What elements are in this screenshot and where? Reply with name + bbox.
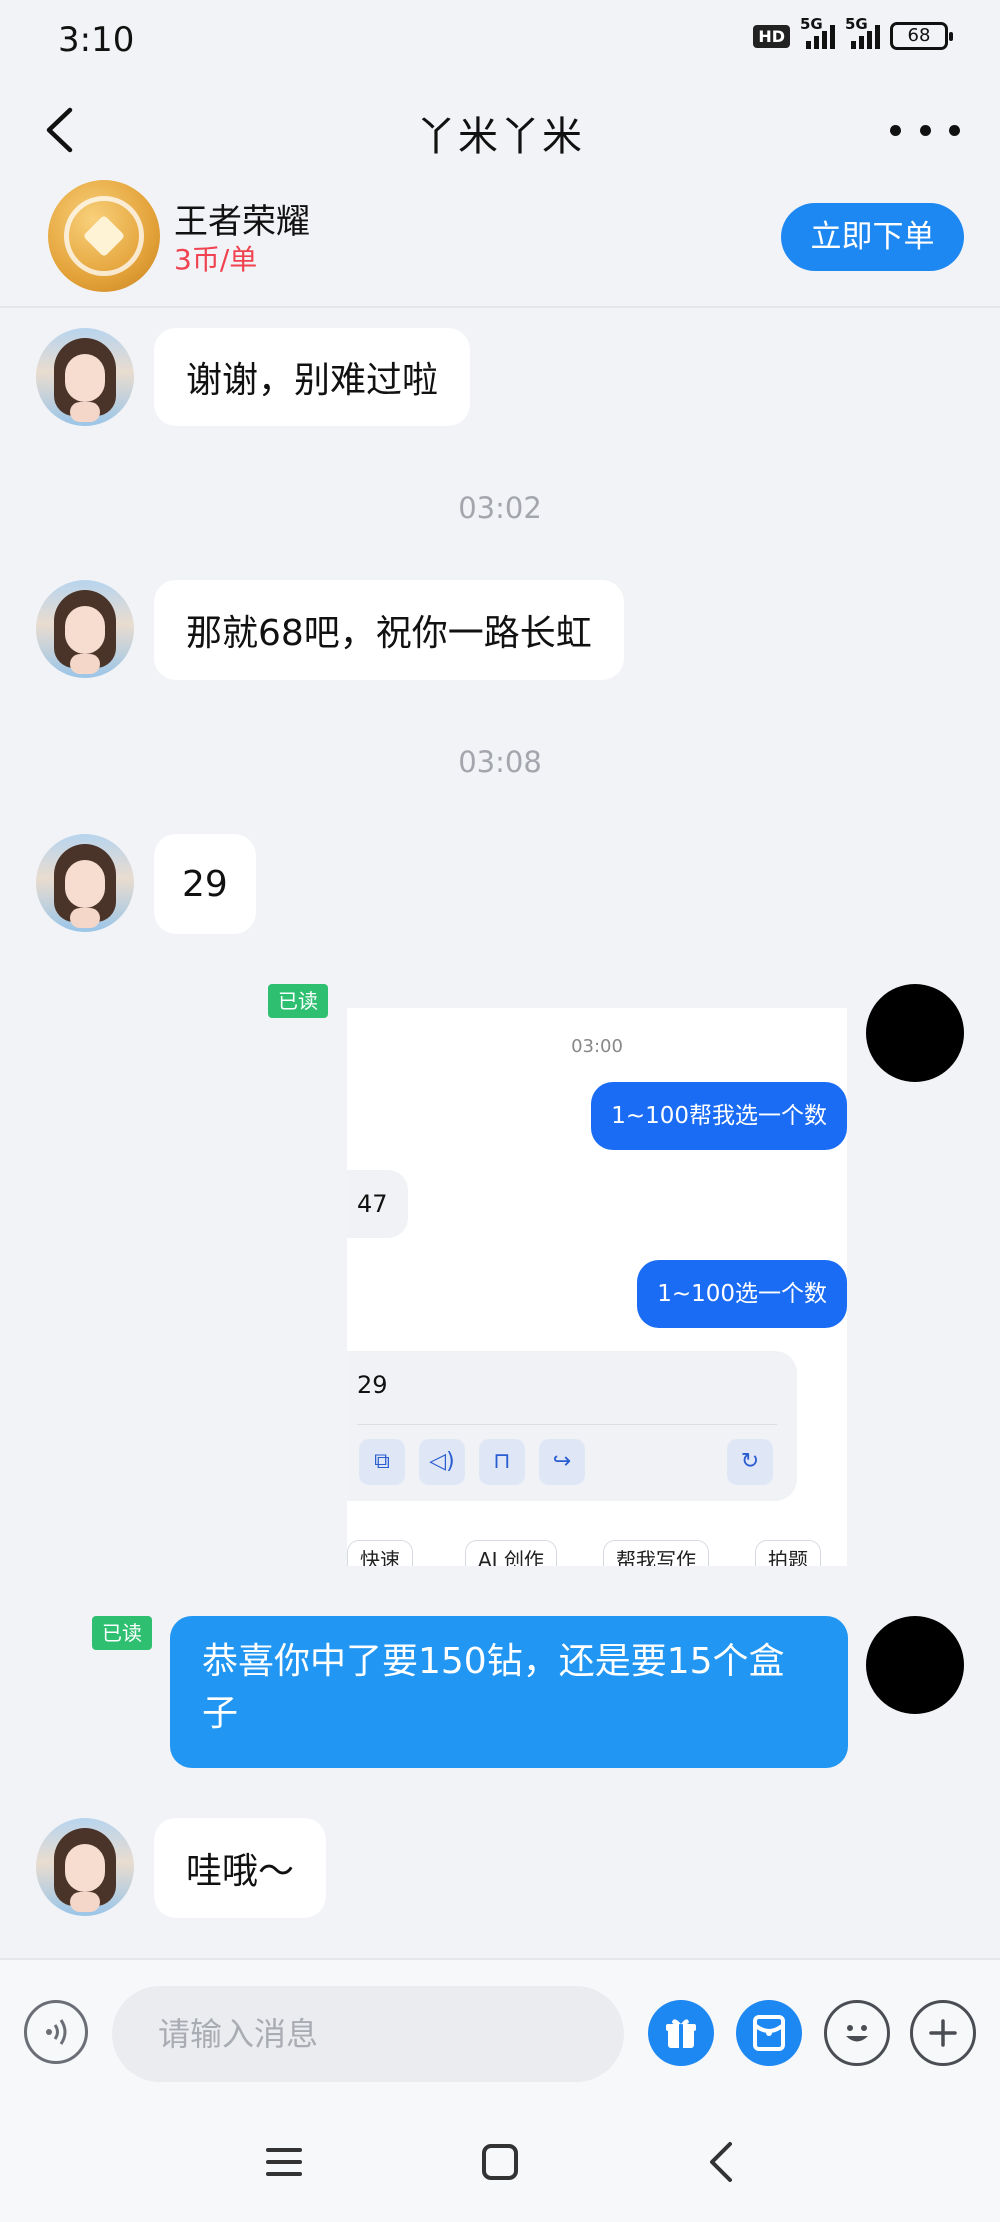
- speaker-icon: ◁): [419, 1439, 465, 1485]
- chat-title: 丫米丫米: [416, 114, 584, 160]
- screenshot-chip: AI 创作: [465, 1540, 557, 1566]
- red-packet-icon: [753, 2015, 785, 2051]
- message-bubble-in[interactable]: 那就68吧，祝你一路长虹: [154, 580, 624, 680]
- status-bar: 3:10 HD 5G 5G 68: [0, 0, 1000, 80]
- my-avatar[interactable]: [866, 984, 964, 1082]
- screenshot-chip: 帮我写作: [603, 1540, 709, 1566]
- battery-icon: 68: [890, 22, 953, 50]
- home-square-icon: [482, 2144, 518, 2180]
- service-name: 王者荣耀: [174, 202, 310, 242]
- signal-icon-2: 5G: [845, 15, 880, 49]
- more-actions-button[interactable]: [910, 2000, 976, 2066]
- service-price: 3币/单: [174, 243, 258, 276]
- time-separator: 03:02: [458, 491, 542, 525]
- network-label-2: 5G: [845, 15, 868, 33]
- screenshot-chip: 拍题: [755, 1540, 821, 1566]
- contact-avatar[interactable]: [36, 834, 134, 932]
- screenshot-answer-2: 29: [357, 1371, 388, 1399]
- plus-icon: [929, 2019, 957, 2047]
- signal-icon: 5G: [800, 15, 835, 49]
- contact-avatar[interactable]: [36, 580, 134, 678]
- more-dot-icon: [919, 124, 931, 136]
- screenshot-question-2: 1~100选一个数: [637, 1260, 847, 1328]
- contact-avatar[interactable]: [36, 328, 134, 426]
- read-badge: 已读: [92, 1616, 152, 1650]
- nav-back-icon: [710, 2142, 732, 2182]
- image-message[interactable]: 03:00 1~100帮我选一个数 47 1~100选一个数 29 ⧉ ◁) ⊓…: [347, 1008, 847, 1566]
- chat-header: 丫米丫米: [0, 80, 1000, 180]
- game-logo-emblem-icon: [64, 196, 144, 276]
- status-icons: HD 5G 5G 68: [753, 15, 953, 50]
- screenshot-chip: 快速: [347, 1540, 413, 1566]
- smiley-icon: [846, 2025, 868, 2042]
- my-avatar[interactable]: [866, 1616, 964, 1714]
- hd-icon: HD: [753, 24, 790, 48]
- voice-input-button[interactable]: [24, 2000, 88, 2064]
- time-separator: 03:08: [458, 745, 542, 779]
- input-bar: [0, 1958, 1000, 2108]
- message-bubble-in[interactable]: 29: [154, 834, 256, 934]
- copy-icon: ⧉: [359, 1439, 405, 1485]
- message-bubble-in[interactable]: 哇哦～: [154, 1818, 327, 1918]
- divider: [357, 1424, 777, 1425]
- gift-button[interactable]: [648, 2000, 714, 2066]
- system-nav-bar: [0, 2108, 1000, 2222]
- bookmark-icon: ⊓: [479, 1439, 525, 1485]
- more-dot-icon: [949, 124, 960, 136]
- home-button[interactable]: [478, 2140, 522, 2184]
- status-time: 3:10: [58, 20, 135, 60]
- more-dot-icon: [890, 124, 901, 136]
- message-bubble-out[interactable]: 恭喜你中了要150钻，还是要15个盒子: [170, 1616, 848, 1768]
- message-bubble-in[interactable]: 谢谢，别难过啦: [154, 328, 471, 426]
- game-logo: [48, 180, 160, 292]
- menu-icon: [266, 2148, 302, 2176]
- message-input[interactable]: [112, 1986, 624, 2082]
- red-packet-button[interactable]: [736, 2000, 802, 2066]
- screenshot-answer-card: 29 ⧉ ◁) ⊓ ↪ ↻: [347, 1351, 797, 1501]
- screenshot-question-1: 1~100帮我选一个数: [591, 1082, 847, 1150]
- gift-icon: [666, 2019, 696, 2048]
- screenshot-answer-1: 47: [347, 1170, 408, 1238]
- more-options-button[interactable]: [890, 110, 960, 150]
- share-icon: ↪: [539, 1439, 585, 1485]
- network-label: 5G: [800, 15, 823, 33]
- refresh-icon: ↻: [727, 1439, 773, 1485]
- order-now-button[interactable]: 立即下单: [781, 203, 964, 271]
- read-badge: 已读: [268, 984, 328, 1018]
- contact-avatar[interactable]: [36, 1818, 134, 1916]
- service-card: 王者荣耀 3币/单 立即下单: [0, 180, 1000, 308]
- nav-back-button[interactable]: [700, 2138, 740, 2186]
- voice-icon: [46, 2019, 67, 2045]
- menu-button[interactable]: [262, 2140, 306, 2184]
- screenshot-time: 03:00: [571, 1036, 623, 1057]
- emoji-button[interactable]: [824, 2000, 890, 2066]
